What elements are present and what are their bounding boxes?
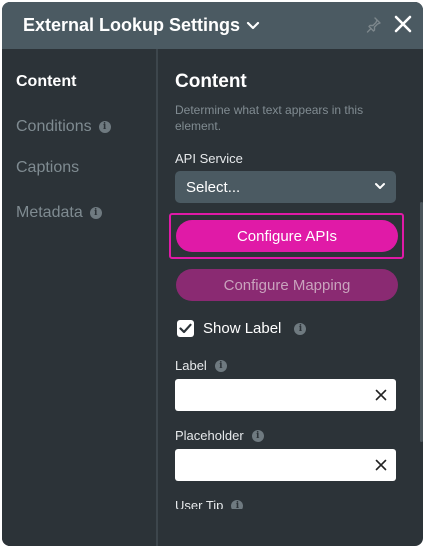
clear-icon[interactable]	[375, 459, 387, 471]
sidebar-item-captions[interactable]: Captions	[16, 159, 79, 177]
pin-icon[interactable]	[366, 16, 382, 34]
label-field-label-text: Label	[175, 358, 207, 373]
api-service-selected-value: Select...	[186, 178, 241, 196]
configure-apis-button[interactable]: Configure APIs	[176, 220, 398, 252]
chevron-down-icon	[246, 21, 260, 29]
info-icon: i	[294, 322, 307, 335]
sidebar-item-content[interactable]: Content	[16, 73, 76, 91]
info-icon: i	[98, 121, 111, 133]
show-label-text: Show Label	[203, 320, 282, 337]
user-tip-label-text: User Tip	[175, 498, 224, 509]
sidebar: Content Conditions i Captions Metadata i	[2, 49, 158, 546]
placeholder-field-label-text: Placeholder	[175, 428, 244, 443]
panel-header: External Lookup Settings	[2, 2, 423, 49]
panel-title[interactable]: External Lookup Settings	[23, 15, 260, 36]
show-label-checkbox[interactable]	[177, 320, 194, 337]
settings-panel: External Lookup Settings Content Conditi…	[2, 2, 423, 546]
sidebar-item-label: Content	[16, 73, 77, 90]
sidebar-item-metadata[interactable]: Metadata i	[16, 204, 102, 222]
content-title: Content	[175, 71, 247, 92]
content-description: Determine what text appears in this elem…	[175, 103, 364, 133]
clear-icon[interactable]	[375, 389, 387, 401]
info-icon: i	[251, 429, 264, 442]
label-input[interactable]	[175, 379, 396, 411]
info-icon: i	[231, 499, 244, 509]
info-icon: i	[89, 207, 102, 219]
api-service-label-text: API Service	[175, 151, 243, 166]
sidebar-item-label: Captions	[16, 159, 80, 176]
api-service-select[interactable]: Select...	[175, 171, 396, 203]
close-icon[interactable]	[393, 14, 413, 34]
placeholder-input[interactable]	[175, 449, 396, 481]
chevron-down-icon	[375, 183, 385, 189]
placeholder-field-label: Placeholder i	[175, 428, 264, 443]
sidebar-item-label: Conditions	[16, 118, 92, 135]
content-scrollbar[interactable]	[420, 202, 423, 442]
info-icon: i	[214, 359, 227, 372]
label-field-label: Label i	[175, 358, 227, 373]
checkmark-icon	[179, 323, 192, 334]
user-tip-label: User Tip i	[175, 498, 244, 509]
panel-title-text: External Lookup Settings	[23, 15, 241, 35]
configure-mapping-button[interactable]: Configure Mapping	[176, 269, 398, 301]
show-label-row: Show Label i	[177, 320, 307, 337]
sidebar-item-conditions[interactable]: Conditions i	[16, 118, 111, 136]
api-service-label: API Service	[175, 151, 243, 166]
sidebar-item-label: Metadata	[16, 204, 83, 221]
content-pane: Content Determine what text appears in t…	[160, 49, 423, 509]
